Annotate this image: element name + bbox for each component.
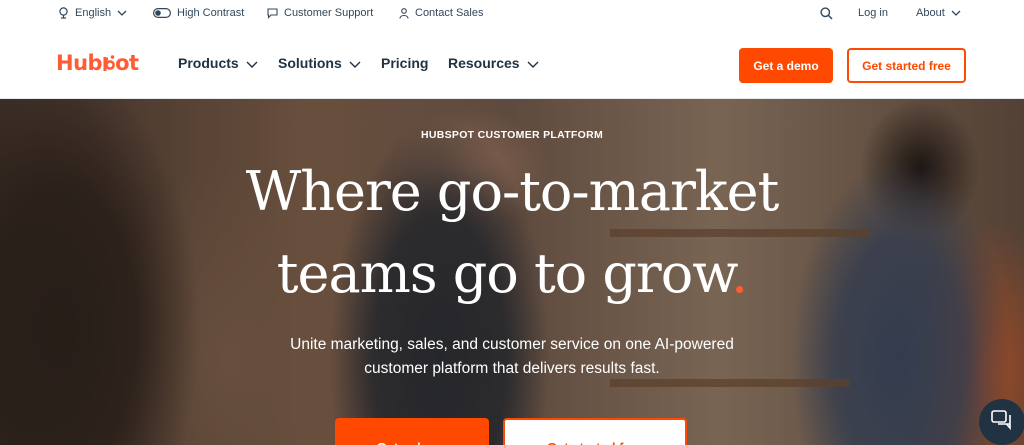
- language-selector[interactable]: English: [58, 0, 127, 26]
- nav-pricing[interactable]: Pricing: [381, 55, 428, 71]
- chevron-down-icon: [951, 10, 961, 16]
- nav-products[interactable]: Products: [178, 55, 258, 71]
- nav-pricing-label: Pricing: [381, 55, 429, 71]
- login-label: Log in: [858, 7, 888, 19]
- sprocket-icon: [101, 54, 116, 72]
- chat-bubble-icon: [267, 7, 278, 19]
- hero-headline-line1: Where go-to-market: [245, 160, 780, 223]
- language-label: English: [75, 7, 112, 19]
- high-contrast-label: High Contrast: [177, 7, 245, 19]
- person-icon: [399, 7, 409, 19]
- search-icon: [820, 6, 833, 20]
- nav-products-label: Products: [178, 55, 239, 71]
- chevron-down-icon: [246, 55, 258, 71]
- globe-icon: [58, 7, 69, 19]
- get-demo-button[interactable]: Get a demo: [739, 48, 833, 83]
- get-started-free-button[interactable]: Get started free: [847, 48, 966, 83]
- nav-solutions[interactable]: Solutions: [278, 55, 361, 71]
- customer-support-link[interactable]: Customer Support: [267, 0, 373, 26]
- hero-eyebrow: HUBSPOT CUSTOMER PLATFORM: [420, 129, 604, 141]
- hero-section: HUBSPOT CUSTOMER PLATFORM Where go-to-ma…: [0, 99, 1024, 445]
- hero-get-started-button[interactable]: Get started free: [503, 418, 687, 445]
- nav-solutions-label: Solutions: [278, 55, 342, 71]
- about-label: About: [916, 7, 945, 19]
- about-menu[interactable]: About: [916, 0, 961, 26]
- logo-text-right: ot: [115, 51, 139, 75]
- chat-widget-button[interactable]: [979, 399, 1024, 445]
- contact-sales-link[interactable]: Contact Sales: [399, 0, 483, 26]
- search-button[interactable]: [820, 0, 833, 26]
- nav-resources-label: Resources: [448, 55, 520, 71]
- hero-subcopy-line2: customer platform that delivers results …: [364, 360, 660, 377]
- contact-sales-label: Contact Sales: [415, 7, 484, 19]
- high-contrast-toggle[interactable]: High Contrast: [153, 0, 244, 26]
- main-nav: Hub ot Products Solutions Pricing Resour…: [0, 26, 1024, 99]
- login-link[interactable]: Log in: [858, 0, 888, 26]
- chat-widget-icon: [991, 409, 1013, 435]
- logo-text-left: Hub: [56, 51, 103, 75]
- hero-subcopy-line1: Unite marketing, sales, and customer ser…: [290, 336, 734, 353]
- chevron-down-icon: [527, 55, 539, 71]
- hero-get-demo-button[interactable]: Get a demo: [335, 418, 489, 445]
- hubspot-logo[interactable]: Hub ot: [56, 51, 139, 75]
- customer-support-label: Customer Support: [284, 7, 374, 19]
- chevron-down-icon: [117, 10, 127, 16]
- hero-headline-line2: teams go to grow.: [0, 247, 1024, 301]
- nav-resources[interactable]: Resources: [448, 55, 539, 71]
- toggle-icon: [153, 8, 171, 18]
- hero-headline-text: teams go to grow: [276, 242, 732, 305]
- utility-bar: English High Contrast Customer Support C…: [0, 0, 1024, 26]
- hero-headline-dot: .: [731, 242, 748, 305]
- chevron-down-icon: [349, 55, 361, 71]
